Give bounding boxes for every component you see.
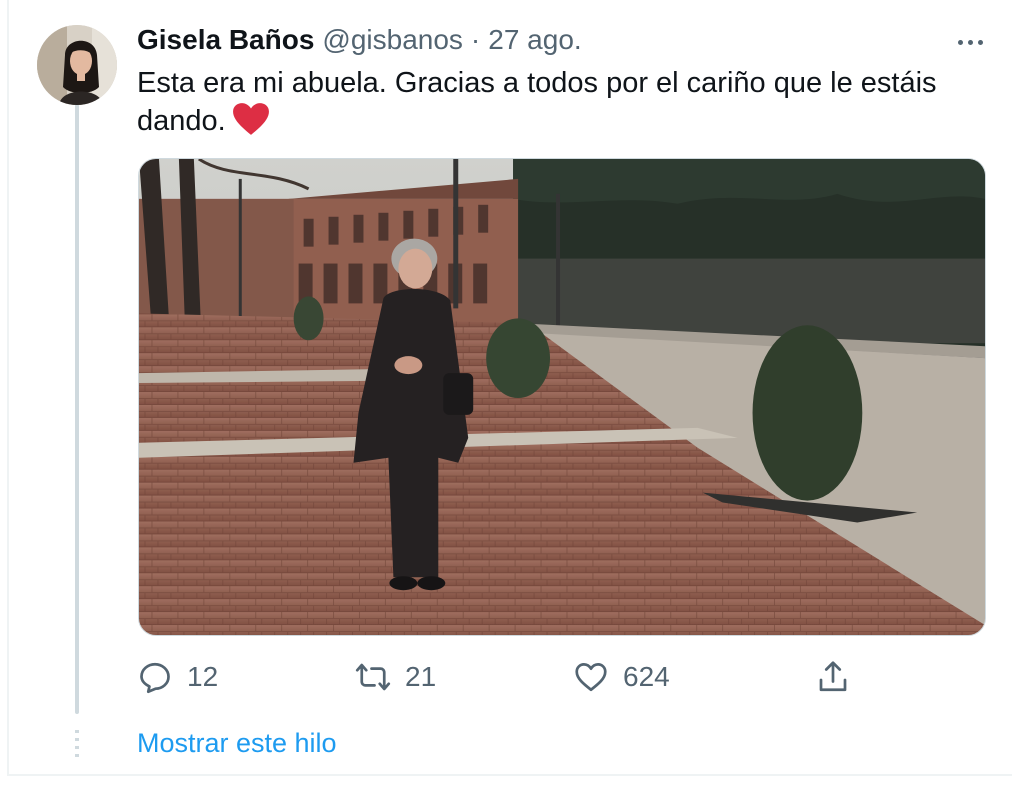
tweet-divider <box>7 774 1012 776</box>
tweet-header: Gisela Baños @gisbanos · 27 ago. <box>137 24 582 60</box>
share-button[interactable] <box>815 656 851 698</box>
photo-grandmother-plaza <box>139 159 985 635</box>
like-count: 624 <box>623 661 670 692</box>
share-icon <box>819 661 847 692</box>
reply-count: 12 <box>187 661 219 692</box>
retweet-icon <box>355 663 391 691</box>
header-separator: · <box>470 24 481 55</box>
author-handle[interactable]: @gisbanos <box>322 24 463 56</box>
tweet-photo[interactable] <box>138 158 986 636</box>
thread-connector-line <box>75 104 79 714</box>
reply-icon <box>140 662 170 694</box>
like-button[interactable]: 624 <box>573 656 670 698</box>
tweet-date[interactable]: 27 ago. <box>488 24 581 56</box>
red-heart-emoji-icon <box>232 103 269 135</box>
reply-button[interactable]: 12 <box>137 656 218 698</box>
tweet-card[interactable]: Gisela Baños @gisbanos · 27 ago. Esta er… <box>0 0 1012 788</box>
heart-outline-icon <box>575 663 607 692</box>
more-options-button[interactable] <box>950 30 990 54</box>
retweet-button[interactable]: 21 <box>355 656 436 698</box>
timeline-border <box>7 0 9 775</box>
show-thread-link[interactable]: Mostrar este hilo <box>137 728 337 759</box>
author-name[interactable]: Gisela Baños <box>137 24 314 56</box>
avatar-photo <box>37 25 117 105</box>
retweet-count: 21 <box>405 661 437 692</box>
avatar[interactable] <box>37 25 117 105</box>
more-horizontal-icon <box>957 39 963 45</box>
tweet-actions: 12 21 624 <box>137 656 987 698</box>
tweet-text: Esta era mi abuela. Gracias a todos por … <box>137 64 987 140</box>
thread-dotted-line <box>75 730 79 758</box>
